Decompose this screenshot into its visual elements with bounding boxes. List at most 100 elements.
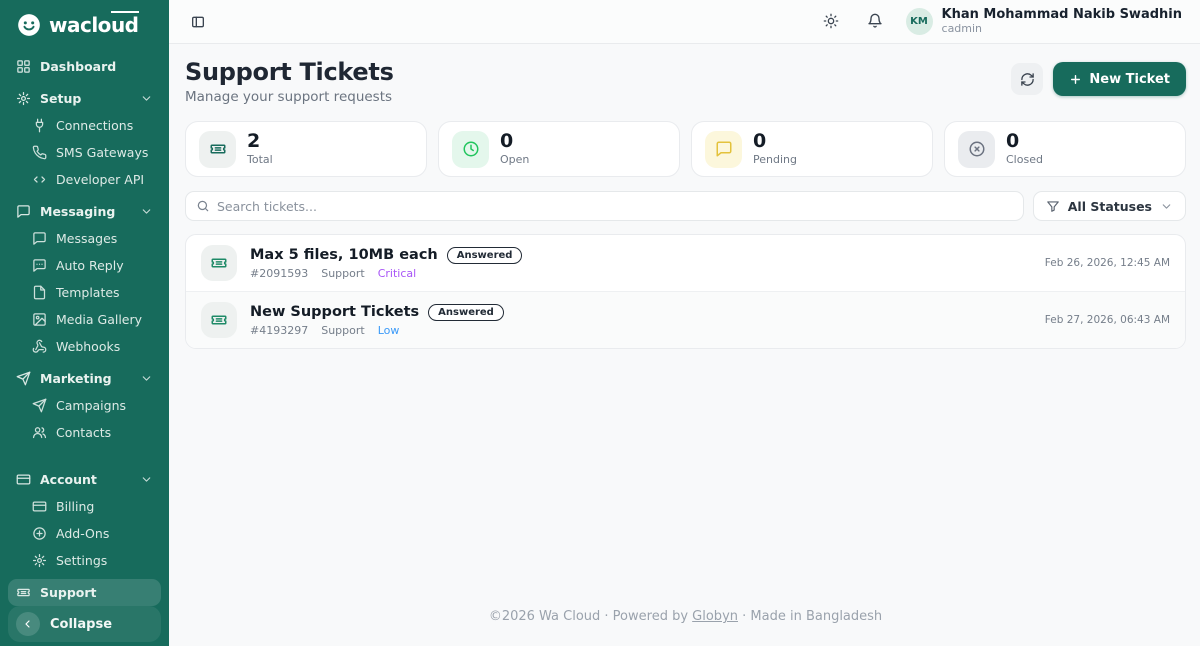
user-menu[interactable]: KM Khan Mohammad Nakib Swadhin cadmin [906,8,1182,36]
sidebar-item-templates[interactable]: Templates [8,279,161,306]
sidebar-item-billing[interactable]: Billing [8,493,161,520]
avatar[interactable]: KM [906,8,933,35]
stat-card-closed: 0Closed [944,121,1186,177]
stat-value: 0 [753,132,797,152]
sidebar-item-sms-gateways[interactable]: SMS Gateways [8,139,161,166]
credit-card-icon [32,499,47,514]
ticket-date: Feb 26, 2026, 12:45 AM [1045,257,1170,269]
ticket-row[interactable]: Max 5 files, 10MB eachAnswered#2091593Su… [186,235,1185,291]
search-input[interactable] [217,199,1013,214]
sidebar-toggle-icon[interactable] [185,9,211,35]
chevron-left-icon[interactable] [16,612,40,636]
stat-label: Total [247,153,273,166]
chat-icon [16,204,31,219]
ticket-priority: Critical [378,267,416,280]
sidebar-item-label: Templates [56,285,120,300]
chat-icon [705,131,742,168]
stat-value: 0 [500,132,529,152]
chevron-down-icon [140,92,153,105]
refresh-button[interactable] [1011,63,1043,95]
sidebar-item-label: Settings [56,553,107,568]
sidebar-item-marketing[interactable]: Marketing [8,365,161,392]
ticket-category: Support [321,267,364,280]
users-icon [32,425,47,440]
clock-icon [452,131,489,168]
footer-copyright: ©2026 Wa Cloud · Powered by [489,609,692,624]
sidebar-item-media-gallery[interactable]: Media Gallery [8,306,161,333]
stat-value: 2 [247,132,273,152]
ticket-icon [201,302,237,338]
sidebar-item-label: Connections [56,118,133,133]
sidebar-item-support[interactable]: Support [8,579,161,606]
sidebar-item-developer-api[interactable]: Developer API [8,166,161,193]
sidebar-item-label: SMS Gateways [56,145,148,160]
sidebar-item-webhooks[interactable]: Webhooks [8,333,161,360]
sidebar-item-connections[interactable]: Connections [8,112,161,139]
ticket-date: Feb 27, 2026, 06:43 AM [1045,314,1170,326]
sidebar-item-messaging[interactable]: Messaging [8,198,161,225]
sidebar-item-settings[interactable]: Settings [8,547,161,574]
chevron-down-icon [1160,200,1173,213]
sidebar-item-label: Support [40,585,97,600]
sidebar-item-dashboard[interactable]: Dashboard [8,53,161,80]
filter-row: All Statuses [185,191,1186,221]
send-icon [16,371,31,386]
ticket-title: New Support Tickets [250,304,419,320]
ticket-status-badge: Answered [428,304,504,321]
sidebar-item-contacts[interactable]: Contacts [8,419,161,446]
app-root: wacloud Dashboard Setup Connections SMS Gat… [0,0,1200,646]
code-icon [32,172,47,187]
ticket-icon [201,245,237,281]
sidebar-item-label: Dashboard [40,59,116,74]
plus-circle-icon [32,526,47,541]
new-ticket-button[interactable]: New Ticket [1053,62,1186,96]
ticket-category: Support [321,324,364,337]
stat-card-open: 0Open [438,121,680,177]
stat-label: Closed [1006,153,1043,166]
footer-made-in: · Made in Bangladesh [738,609,882,624]
header-actions: New Ticket [1011,62,1186,96]
sidebar-item-add-ons[interactable]: Add-Ons [8,520,161,547]
chat-dots-icon [32,258,47,273]
sidebar-collapse-button[interactable]: Collapse [8,606,161,642]
sidebar-item-label: Account [40,472,97,487]
sidebar-item-label: Add-Ons [56,526,109,541]
ticket-icon [16,585,31,600]
gear-icon [16,91,31,106]
stat-label: Open [500,153,529,166]
ticket-status-badge: Answered [447,247,523,264]
sidebar-item-label: Campaigns [56,398,126,413]
dashboard-icon [16,59,31,74]
sidebar-nav: Dashboard Setup Connections SMS Gateways Dev… [8,48,161,606]
sidebar-item-label: Messaging [40,204,115,219]
x-circle-icon [958,131,995,168]
gear-icon [32,553,47,568]
theme-toggle-sun-icon[interactable] [818,8,844,34]
sidebar-item-label: Developer API [56,172,144,187]
footer-globyn-link[interactable]: Globyn [692,609,738,624]
logo-text: wacloud [49,13,139,37]
webhook-icon [32,339,47,354]
sidebar-item-setup[interactable]: Setup [8,85,161,112]
notifications-bell-icon[interactable] [862,8,888,34]
ticket-row[interactable]: New Support TicketsAnswered#4193297Suppo… [186,291,1185,348]
status-filter-dropdown[interactable]: All Statuses [1033,191,1186,221]
sidebar-item-messages[interactable]: Messages [8,225,161,252]
content: Support Tickets Manage your support requ… [169,44,1200,646]
page-header: Support Tickets Manage your support requ… [185,58,1186,105]
collapse-label: Collapse [50,617,112,632]
refresh-icon [1020,72,1035,87]
ticket-id: #2091593 [250,267,308,280]
app-logo[interactable]: wacloud [8,8,161,48]
sidebar-item-account[interactable]: Account [8,466,161,493]
topbar-right: KM Khan Mohammad Nakib Swadhin cadmin [818,8,1182,36]
stat-value: 0 [1006,132,1043,152]
search-box [185,191,1024,221]
sidebar: wacloud Dashboard Setup Connections SMS Gat… [0,0,169,646]
sidebar-item-auto-reply[interactable]: Auto Reply [8,252,161,279]
funnel-icon [1046,199,1060,213]
stat-label: Pending [753,153,797,166]
stats-row: 2Total0Open0Pending0Closed [185,121,1186,177]
credit-card-icon [16,472,31,487]
sidebar-item-campaigns[interactable]: Campaigns [8,392,161,419]
